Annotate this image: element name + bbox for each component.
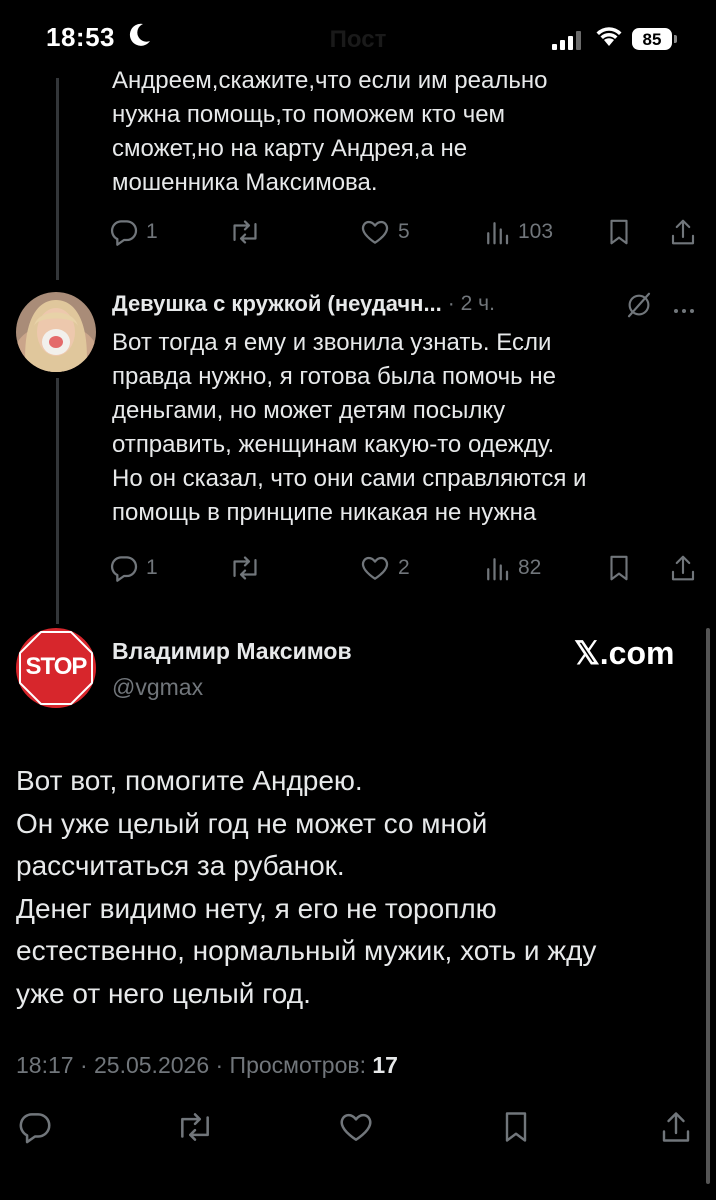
post-text: Вот вот, помогите Андрею. Он уже целый г… <box>16 765 597 1009</box>
reply-button[interactable]: 1 <box>108 214 158 250</box>
stop-sign-avatar[interactable]: STOP <box>16 628 96 708</box>
tweet-header: Девушка с кружкой (неудачн... · 2 ч. <box>112 288 702 320</box>
bookmark-button[interactable] <box>498 1104 534 1150</box>
grok-icon[interactable] <box>624 290 654 325</box>
battery-tip <box>674 35 677 43</box>
author-handle[interactable]: @vgmax <box>112 674 203 701</box>
tweet-actions: 1 2 82 <box>108 550 704 586</box>
like-button[interactable]: 5 <box>358 214 410 250</box>
scrollbar[interactable] <box>706 628 710 1184</box>
signal-icon <box>552 30 584 50</box>
reply-count: 1 <box>146 220 158 243</box>
thread-line <box>56 378 59 624</box>
reply-icon <box>110 220 138 246</box>
like-count: 5 <box>398 220 410 243</box>
bookmark-icon <box>610 555 628 581</box>
author-name[interactable]: Владимир Максимов <box>112 638 352 665</box>
like-button[interactable]: 2 <box>358 550 410 586</box>
views-button[interactable]: 103 <box>482 214 553 250</box>
views-icon <box>487 558 509 581</box>
reply-icon <box>110 556 138 582</box>
share-icon <box>662 1112 690 1142</box>
like-icon <box>361 556 389 580</box>
reply-button[interactable]: 1 <box>108 550 158 586</box>
repost-button[interactable] <box>228 550 268 586</box>
battery-icon: 85 <box>632 28 672 50</box>
bookmark-icon <box>505 1112 527 1142</box>
reply-button[interactable] <box>16 1104 54 1150</box>
x-logo: 𝕏.com <box>574 635 675 671</box>
share-button[interactable] <box>668 214 698 250</box>
share-icon <box>671 219 695 245</box>
share-button[interactable] <box>658 1104 694 1150</box>
thread-line <box>56 78 59 280</box>
wifi-icon <box>594 24 624 53</box>
share-icon <box>671 555 695 581</box>
views-count: 82 <box>518 556 542 579</box>
like-icon <box>361 220 389 244</box>
avatar[interactable] <box>16 292 96 372</box>
views-icon <box>487 222 509 245</box>
views-count: 17 <box>372 1052 398 1078</box>
tweet-actions: 1 5 103 <box>108 214 704 250</box>
more-icon[interactable] <box>672 302 696 320</box>
repost-button[interactable] <box>174 1104 216 1150</box>
repost-icon <box>233 556 257 580</box>
views-button[interactable]: 82 <box>482 550 541 586</box>
tweet-text: Андреем,скажите,что если им реально нужн… <box>112 67 548 196</box>
reply-count: 1 <box>146 556 158 579</box>
author-name[interactable]: Девушка с кружкой (неудачн... <box>112 291 442 317</box>
like-icon <box>340 1113 372 1141</box>
post-timestamp: 18:17 · 25.05.2026 · Просмотров: 17 <box>16 1052 398 1079</box>
bookmark-button[interactable] <box>604 214 634 250</box>
tweet-time: · 2 ч. <box>447 292 495 315</box>
share-button[interactable] <box>668 550 698 586</box>
like-count: 2 <box>398 556 410 579</box>
repost-button[interactable] <box>228 214 268 250</box>
avatar-text: STOP <box>25 653 88 680</box>
reply-icon <box>19 1113 51 1144</box>
post-actions <box>0 1104 716 1150</box>
timestamp-text: 18:17 · 25.05.2026 · Просмотров: <box>16 1052 373 1078</box>
repost-icon <box>181 1113 209 1141</box>
like-button[interactable] <box>336 1104 376 1150</box>
bookmark-button[interactable] <box>604 550 634 586</box>
views-count: 103 <box>518 220 554 243</box>
repost-icon <box>233 220 257 244</box>
tweet-text: Вот тогда я ему и звонила узнать. Если п… <box>112 329 587 526</box>
bookmark-icon <box>610 219 628 245</box>
